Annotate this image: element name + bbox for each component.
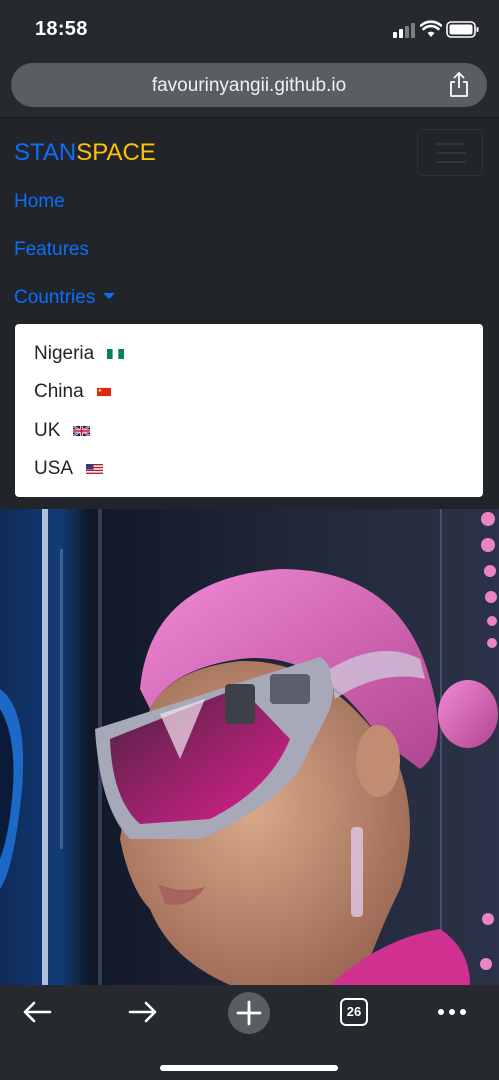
china-flag-icon	[96, 387, 111, 397]
dropdown-item-label: China	[34, 381, 84, 402]
browser-chrome: favourinyangii.github.io	[0, 60, 499, 118]
navbar: STANSPACE Home Features Countries Nigeri…	[0, 119, 499, 509]
nigeria-flag-icon	[107, 349, 125, 359]
more-icon[interactable]	[437, 1007, 467, 1017]
brand-logo[interactable]: STANSPACE	[14, 139, 156, 167]
wifi-icon	[420, 20, 442, 37]
share-icon[interactable]	[448, 72, 470, 98]
battery-icon	[446, 21, 479, 38]
signal-icon	[393, 22, 415, 38]
brand-part2: SPACE	[76, 139, 156, 166]
status-bar: 18:58	[0, 0, 499, 60]
address-bar[interactable]: favourinyangii.github.io	[11, 63, 487, 107]
nav-link-countries[interactable]: Countries	[14, 287, 116, 309]
brand-part1: STAN	[14, 139, 77, 166]
dropdown-item-label: UK	[34, 420, 61, 441]
dropdown-item-label: Nigeria	[34, 343, 95, 364]
countries-dropdown-menu: Nigeria China UK USA	[15, 324, 483, 497]
dropdown-item-uk[interactable]: UK	[34, 420, 91, 442]
dropdown-item-china[interactable]: China	[34, 381, 111, 403]
caret-down-icon	[103, 293, 116, 300]
dropdown-item-nigeria[interactable]: Nigeria	[34, 343, 125, 365]
url-text[interactable]: favourinyangii.github.io	[11, 75, 487, 97]
hero-image	[0, 509, 499, 985]
uk-flag-icon	[73, 426, 91, 436]
nav-link-features[interactable]: Features	[14, 239, 89, 261]
nav-link-home[interactable]: Home	[14, 191, 65, 213]
home-indicator[interactable]	[160, 1065, 338, 1071]
forward-arrow-icon[interactable]	[128, 1000, 158, 1024]
back-arrow-icon[interactable]	[22, 1000, 52, 1024]
dropdown-item-usa[interactable]: USA	[34, 458, 104, 480]
tabs-count: 26	[346, 1004, 362, 1019]
navbar-toggler-button[interactable]	[417, 129, 483, 176]
hamburger-icon	[436, 143, 466, 145]
tabs-button[interactable]: 26	[340, 998, 368, 1026]
dropdown-item-label: USA	[34, 458, 74, 479]
nav-link-countries-label: Countries	[14, 287, 96, 308]
status-time: 18:58	[35, 18, 88, 40]
new-tab-icon[interactable]	[227, 991, 271, 1035]
usa-flag-icon	[86, 464, 104, 474]
hero-illustration	[0, 509, 499, 985]
